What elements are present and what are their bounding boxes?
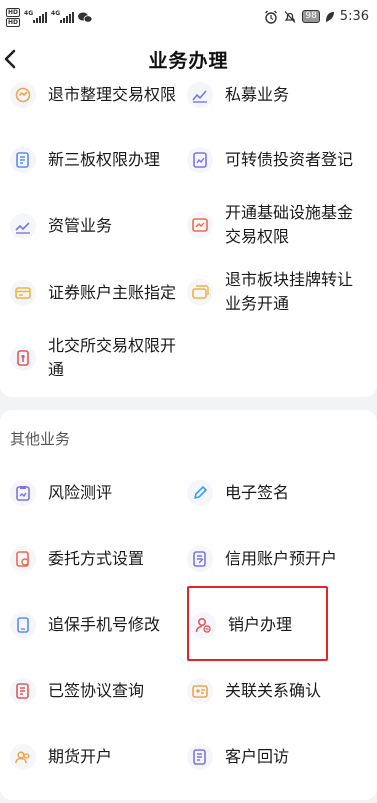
doc-gear-icon bbox=[10, 546, 36, 572]
trend-chart-icon bbox=[187, 82, 213, 108]
list-item[interactable]: 风险测评 bbox=[10, 480, 112, 506]
item-label: 已签协议查询 bbox=[48, 681, 145, 700]
item-label: 资管业务 bbox=[48, 216, 113, 235]
hd-badges: HD HD bbox=[6, 8, 21, 27]
list-item[interactable]: 证券账户主账指定 bbox=[10, 280, 176, 306]
list-item[interactable]: 客户回访 bbox=[187, 744, 289, 770]
chart-doc-icon bbox=[187, 147, 213, 173]
list-item[interactable]: 可转债投资者登记 bbox=[187, 147, 353, 173]
item-label: 私募业务 bbox=[225, 85, 290, 104]
item-label: 追保手机号修改 bbox=[48, 615, 161, 634]
leaf-icon bbox=[325, 11, 334, 22]
list-item[interactable]: 资管业务 bbox=[10, 213, 112, 239]
stack-card-icon bbox=[187, 279, 213, 305]
key-lock-icon bbox=[10, 345, 36, 371]
clock-time: 5:36 bbox=[339, 9, 369, 24]
list-item[interactable]: 追保手机号修改 bbox=[10, 612, 160, 638]
list-item[interactable]: 新三板权限办理 bbox=[10, 147, 160, 173]
item-label: 新三板权限办理 bbox=[48, 150, 161, 169]
list-item[interactable]: 退市整理交易权限 bbox=[10, 82, 176, 108]
item-label: 委托方式设置 bbox=[48, 549, 145, 568]
item-label: 证券账户主账指定 bbox=[48, 283, 177, 302]
signal-icon: 4G bbox=[51, 10, 75, 23]
hd-badge: HD bbox=[6, 18, 21, 27]
item-label: 开通基础设施基金 交易权限 bbox=[225, 203, 354, 246]
list-item[interactable]: 私募业务 bbox=[187, 82, 289, 108]
status-left: HD HD 4G 4G bbox=[6, 8, 93, 27]
id-card-icon bbox=[187, 678, 213, 704]
list-item[interactable]: 委托方式设置 bbox=[10, 546, 144, 572]
list-item[interactable]: 已签协议查询 bbox=[10, 678, 144, 704]
battery-icon: 98 bbox=[302, 10, 320, 23]
business-card: 退市整理交易权限 私募业务 新三板权限办理 可转债投资者登记 资管业务 开通基础… bbox=[0, 82, 377, 397]
section-title: 其他业务 bbox=[10, 430, 71, 448]
status-right: 98 5:36 bbox=[264, 9, 369, 24]
hd-badge: HD bbox=[6, 8, 21, 17]
item-label: 可转债投资者登记 bbox=[225, 150, 354, 169]
page-title: 业务办理 bbox=[148, 50, 229, 72]
list-item[interactable]: 电子签名 bbox=[187, 480, 289, 506]
doc-list-icon bbox=[10, 678, 36, 704]
item-label: 信用账户预开户 bbox=[225, 549, 338, 568]
list-item[interactable]: 退市板块挂牌转让 业务开通 bbox=[187, 268, 353, 316]
trend-chart-icon bbox=[10, 213, 36, 239]
item-label: 退市整理交易权限 bbox=[48, 85, 177, 104]
item-label: 关联关系确认 bbox=[225, 681, 322, 700]
pen-icon bbox=[187, 480, 213, 506]
document-edit-icon bbox=[187, 546, 213, 572]
list-item[interactable]: 关联关系确认 bbox=[187, 678, 321, 704]
list-item[interactable]: 期货开户 bbox=[10, 744, 112, 770]
clipboard-chart-icon bbox=[10, 480, 36, 506]
wechat-icon bbox=[78, 12, 93, 23]
nav-bar: 业务办理 bbox=[0, 36, 377, 82]
item-label: 风险测评 bbox=[48, 483, 113, 502]
list-item[interactable]: 开通基础设施基金 交易权限 bbox=[187, 201, 353, 249]
list-item[interactable]: 北交所交易权限开 通 bbox=[10, 334, 176, 382]
item-label: 期货开户 bbox=[48, 747, 113, 766]
mute-icon bbox=[284, 10, 296, 23]
image-chart-icon bbox=[187, 212, 213, 238]
exchange-icon bbox=[10, 82, 36, 108]
phone-icon bbox=[10, 612, 36, 638]
document-edit-icon bbox=[10, 147, 36, 173]
alarm-icon bbox=[265, 10, 278, 24]
item-label: 电子签名 bbox=[225, 483, 290, 502]
item-label: 退市板块挂牌转让 业务开通 bbox=[225, 270, 354, 313]
list-item[interactable]: 信用账户预开户 bbox=[187, 546, 337, 572]
signal-icon: 4G bbox=[24, 10, 48, 23]
highlight-box bbox=[187, 586, 328, 661]
doc-list-icon bbox=[187, 744, 213, 770]
item-label: 客户回访 bbox=[225, 747, 290, 766]
card-icon bbox=[10, 280, 36, 306]
item-label: 北交所交易权限开 通 bbox=[48, 336, 177, 379]
status-bar: HD HD 4G 4G 98 5:36 bbox=[0, 0, 377, 36]
people-icon bbox=[10, 744, 36, 770]
